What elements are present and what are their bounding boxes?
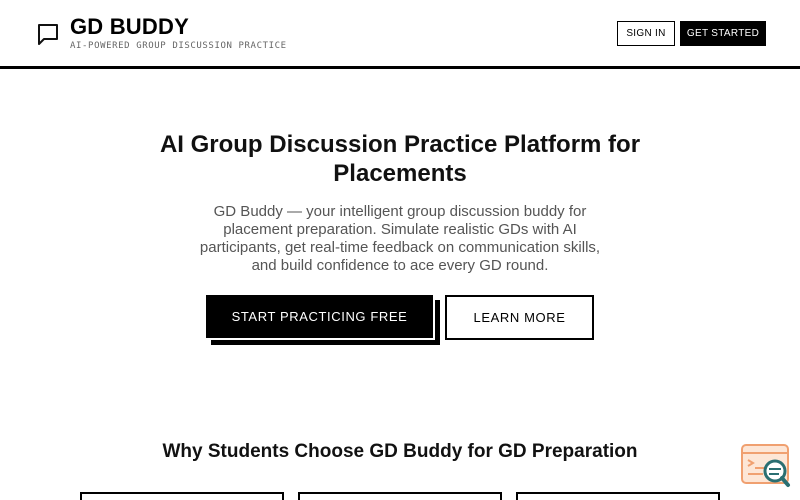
features-section-title: Why Students Choose GD Buddy for GD Prep… (162, 441, 638, 462)
feature-card (516, 492, 720, 500)
hero-title: AI Group Discussion Practice Platform fo… (159, 131, 641, 187)
get-started-button[interactable]: GET STARTED (680, 21, 766, 46)
site-header: GD BUDDY AI-POWERED GROUP DISCUSSION PRA… (0, 0, 800, 69)
sign-in-button[interactable]: SIGN IN (617, 21, 675, 46)
feature-card (80, 492, 284, 500)
start-practicing-button[interactable]: START PRACTICING FREE (206, 295, 440, 345)
learn-more-button[interactable]: LEARN MORE (445, 295, 594, 340)
start-practicing-label[interactable]: START PRACTICING FREE (206, 295, 435, 340)
chat-bubble-icon[interactable] (36, 22, 60, 46)
hero-description: GD Buddy — your intelligent group discus… (199, 203, 601, 274)
search-chat-widget-icon[interactable] (741, 444, 791, 488)
feature-card (298, 492, 502, 500)
brand-tagline: AI-POWERED GROUP DISCUSSION PRACTICE (70, 41, 287, 51)
brand-name[interactable]: GD BUDDY (70, 14, 189, 40)
